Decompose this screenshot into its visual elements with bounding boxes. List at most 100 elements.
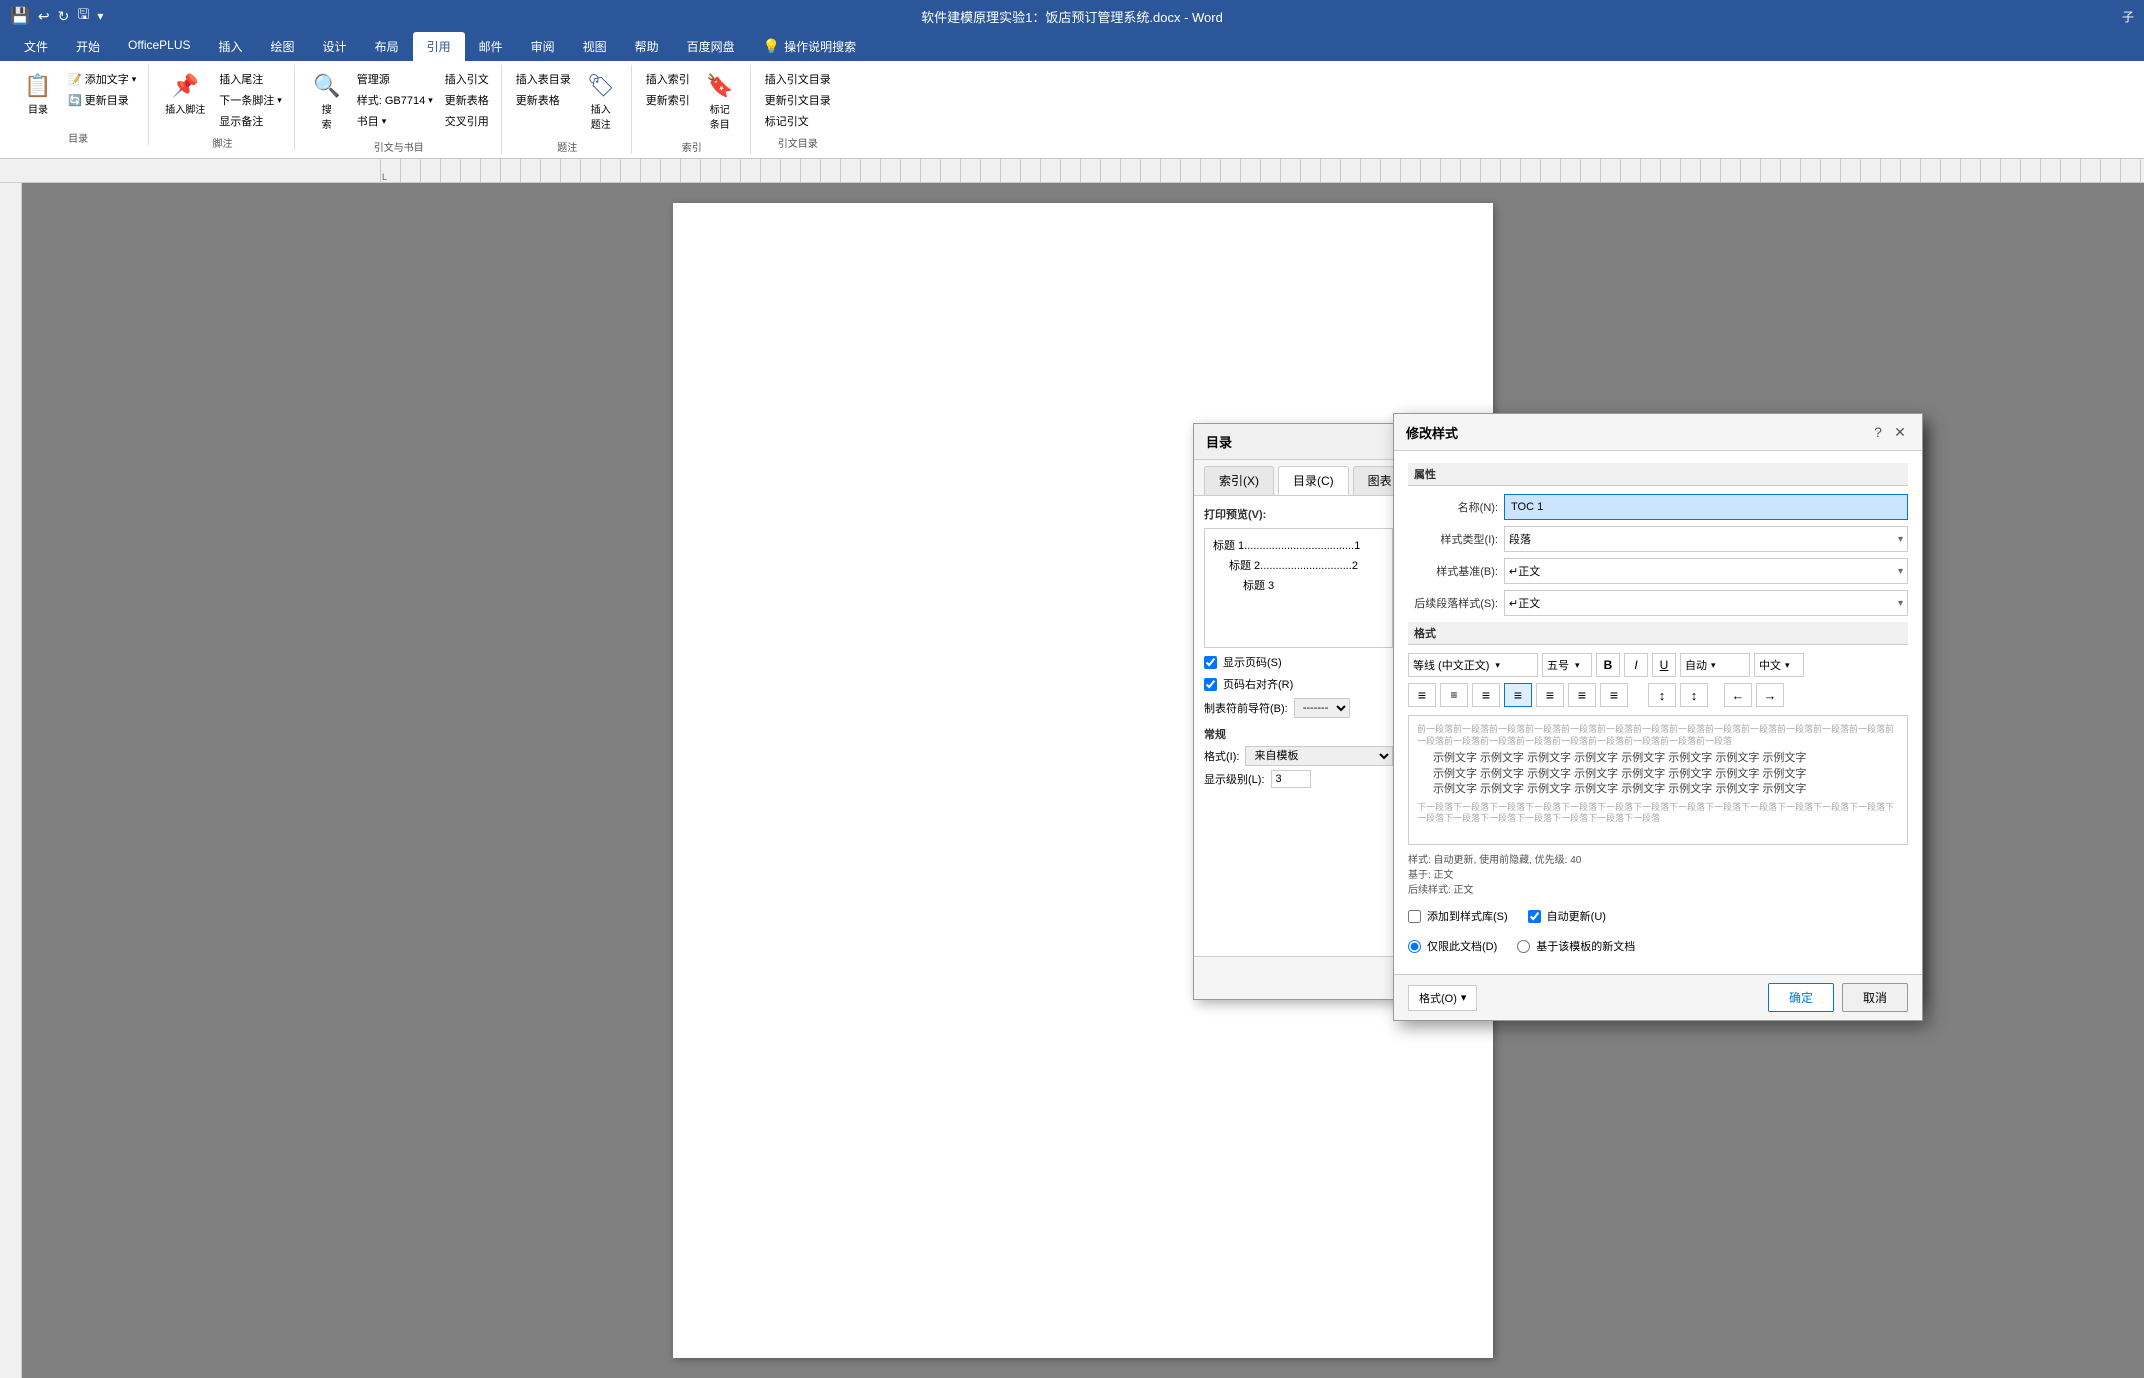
align-justify-right-btn[interactable]: ≡ bbox=[1568, 683, 1596, 707]
bibliography-label: 书目 bbox=[357, 113, 379, 129]
underline-btn[interactable]: U bbox=[1652, 653, 1676, 677]
tab-index[interactable]: 索引(X) bbox=[1204, 466, 1274, 495]
style-type-select[interactable]: 段落 ▾ bbox=[1504, 526, 1908, 552]
only-this-doc-radio[interactable] bbox=[1408, 940, 1421, 953]
insert-endnote-btn[interactable]: 插入尾注 bbox=[215, 69, 286, 89]
align-center-btn[interactable]: ≡ bbox=[1440, 683, 1468, 707]
italic-btn[interactable]: I bbox=[1624, 653, 1648, 677]
indent-left-btn[interactable]: ← bbox=[1724, 683, 1752, 707]
align-justify-left-btn[interactable]: ≡ bbox=[1536, 683, 1564, 707]
tab-leader-select[interactable]: ------- bbox=[1294, 698, 1350, 718]
modify-title-bar: 修改样式 ? ✕ bbox=[1394, 414, 1922, 451]
tab-insert[interactable]: 插入 bbox=[205, 32, 257, 61]
tab-view[interactable]: 视图 bbox=[569, 32, 621, 61]
lang-select[interactable]: 中文 ▾ bbox=[1754, 653, 1804, 677]
update-table2-label: 更新表格 bbox=[516, 92, 560, 108]
tab-officeplus[interactable]: OfficePLUS bbox=[114, 32, 204, 61]
group-toc-label: 目录 bbox=[68, 130, 88, 145]
next-style-select[interactable]: ↵正文 ▾ bbox=[1504, 590, 1908, 616]
style-preview-box: 前一段落前一段落前一段落前一段落前一段落前一段落前一段落前一段落前一段落前一段落… bbox=[1408, 715, 1908, 845]
undo-btn[interactable]: ↩ bbox=[38, 8, 50, 25]
add-to-gallery-checkbox[interactable] bbox=[1408, 910, 1421, 923]
format-select[interactable]: 来自模板 bbox=[1245, 746, 1393, 766]
update-toc-btn[interactable]: 🔄 更新目录 bbox=[64, 90, 140, 110]
mark-entry-btn[interactable]: 🔖 标记条目 bbox=[698, 69, 742, 135]
mark-citation-btn[interactable]: 标记引文 bbox=[761, 111, 835, 131]
bibliography-btn[interactable]: 书目 ▾ bbox=[353, 111, 437, 131]
insert-caption-btn[interactable]: 🏷 插入题注 bbox=[579, 69, 623, 135]
tab-baidu[interactable]: 百度网盘 bbox=[673, 32, 749, 61]
page-right-align-row: 页码右对齐(R) bbox=[1204, 676, 1393, 692]
tab-toc[interactable]: 目录(C) bbox=[1278, 466, 1349, 495]
align-all-btn[interactable]: ≡ bbox=[1600, 683, 1628, 707]
tab-home[interactable]: 开始 bbox=[62, 32, 114, 61]
cross-ref-btn[interactable]: 交叉引用 bbox=[441, 111, 493, 131]
help-dialog-btn[interactable]: ? bbox=[1868, 422, 1888, 442]
insert-footnote-btn[interactable]: 📌 插入脚注 bbox=[159, 69, 211, 120]
page-right-align-label: 页码右对齐(R) bbox=[1223, 676, 1293, 692]
font-name-select[interactable]: 等线 (中文正文) ▾ bbox=[1408, 653, 1538, 677]
align-right-btn[interactable]: ≡ bbox=[1472, 683, 1500, 707]
format-dropdown-btn[interactable]: 格式(O) ▾ bbox=[1408, 985, 1477, 1011]
style-desc-line1: 样式: 自动更新, 使用前隐藏, 优先级: 40 bbox=[1408, 853, 1908, 868]
manage-source-btn[interactable]: 管理源 bbox=[353, 69, 437, 89]
style-base-value: ↵正文 bbox=[1509, 563, 1540, 579]
font-size-select[interactable]: 五号 ▾ bbox=[1542, 653, 1592, 677]
style-base-select[interactable]: ↵正文 ▾ bbox=[1504, 558, 1908, 584]
tab-search[interactable]: 💡操作说明搜索 bbox=[749, 32, 870, 61]
next-style-row: 后续段落样式(S): ↵正文 ▾ bbox=[1408, 590, 1908, 616]
show-notes-btn[interactable]: 显示备注 bbox=[215, 111, 286, 131]
insert-citation-index-btn[interactable]: 插入引文目录 bbox=[761, 69, 835, 89]
style-btn[interactable]: 样式: GB7714 ▾ bbox=[353, 90, 437, 110]
tab-layout[interactable]: 布局 bbox=[361, 32, 413, 61]
tab-mail[interactable]: 邮件 bbox=[465, 32, 517, 61]
tab-help[interactable]: 帮助 bbox=[621, 32, 673, 61]
auto-update-checkbox[interactable] bbox=[1528, 910, 1541, 923]
update-table2-btn[interactable]: 更新表格 bbox=[512, 90, 575, 110]
name-input[interactable] bbox=[1504, 494, 1908, 520]
save-btn[interactable]: 🖫 bbox=[77, 4, 89, 28]
style-base-label: 样式基准(B): bbox=[1408, 563, 1498, 579]
tab-references[interactable]: 引用 bbox=[413, 32, 465, 61]
show-page-numbers-checkbox[interactable] bbox=[1204, 656, 1217, 669]
tab-design[interactable]: 设计 bbox=[309, 32, 361, 61]
preview-line-2: 标题 2..............................2 bbox=[1213, 557, 1384, 573]
new-template-radio[interactable] bbox=[1517, 940, 1530, 953]
show-page-numbers-row: 显示页码(S) bbox=[1204, 654, 1393, 670]
add-text-label: 添加文字 bbox=[85, 71, 129, 87]
footnote-col: 插入尾注 下一条脚注 ▾ 显示备注 bbox=[215, 69, 286, 131]
line-spacing1-btn[interactable]: ↕ bbox=[1648, 683, 1676, 707]
auto-update-label: 自动更新(U) bbox=[1547, 908, 1606, 924]
align-justify-btn[interactable]: ≡ bbox=[1504, 683, 1532, 707]
tab-file[interactable]: 文件 bbox=[10, 32, 62, 61]
redo-btn[interactable]: ↻ bbox=[58, 8, 70, 25]
align-left-btn[interactable]: ≡ bbox=[1408, 683, 1436, 707]
tab-draw[interactable]: 绘图 bbox=[257, 32, 309, 61]
insert-table-of-fig-btn[interactable]: 插入表目录 bbox=[512, 69, 575, 89]
ruler-label: L bbox=[382, 172, 387, 182]
update-index-btn[interactable]: 更新索引 bbox=[642, 90, 694, 110]
color-select[interactable]: 自动 ▾ bbox=[1680, 653, 1750, 677]
group-footnote-label: 脚注 bbox=[213, 135, 233, 150]
modify-cancel-btn[interactable]: 取消 bbox=[1842, 983, 1908, 1012]
close-dialog-btn[interactable]: ✕ bbox=[1890, 422, 1910, 442]
more-btn[interactable]: ▾ bbox=[97, 9, 103, 23]
add-text-btn[interactable]: 📝 添加文字 ▾ bbox=[64, 69, 140, 89]
group-toc: 📋 目录 📝 添加文字 ▾ 🔄 更新目录 目录 bbox=[8, 65, 149, 145]
insert-index-btn[interactable]: 插入索引 bbox=[642, 69, 694, 89]
page-right-align-checkbox[interactable] bbox=[1204, 678, 1217, 691]
bold-btn[interactable]: B bbox=[1596, 653, 1620, 677]
line-spacing2-btn[interactable]: ↕ bbox=[1680, 683, 1708, 707]
only-this-doc-row: 仅限此文档(D) bbox=[1408, 938, 1497, 954]
indent-right-btn[interactable]: → bbox=[1756, 683, 1784, 707]
preview-line-3: 标题 3 bbox=[1213, 577, 1384, 593]
tab-review[interactable]: 审阅 bbox=[517, 32, 569, 61]
insert-citation-btn[interactable]: 插入引文 bbox=[441, 69, 493, 89]
update-citation-index-btn[interactable]: 更新引文目录 bbox=[761, 90, 835, 110]
update-table-btn[interactable]: 更新表格 bbox=[441, 90, 493, 110]
show-levels-input[interactable] bbox=[1271, 770, 1311, 788]
search-btn[interactable]: 🔍 搜索 bbox=[305, 69, 349, 135]
next-footnote-btn[interactable]: 下一条脚注 ▾ bbox=[215, 90, 286, 110]
insert-toc-btn[interactable]: 📋 目录 bbox=[16, 69, 60, 120]
modify-ok-btn[interactable]: 确定 bbox=[1768, 983, 1834, 1012]
